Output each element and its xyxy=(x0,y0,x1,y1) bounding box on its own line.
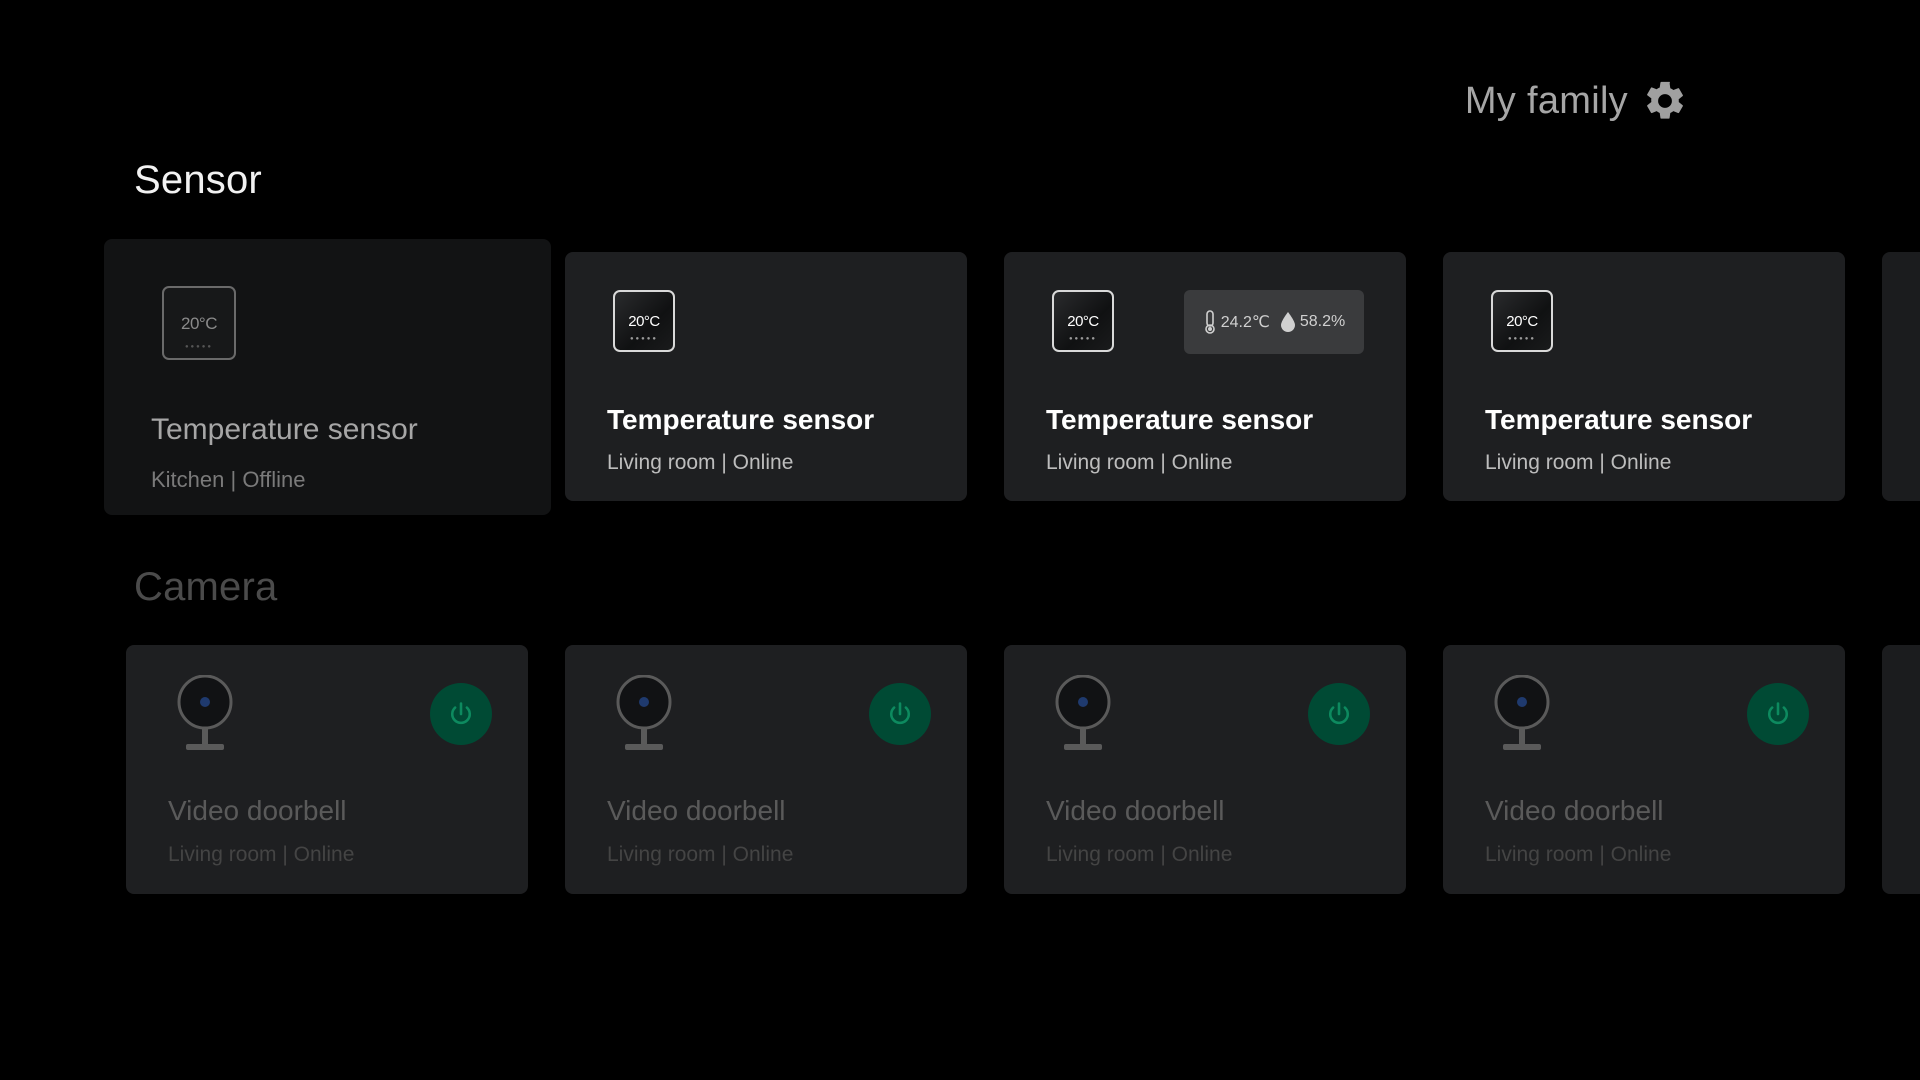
card-title: Video doorbell xyxy=(607,795,786,826)
humidity-drop-icon xyxy=(1280,312,1295,332)
thermostat-icon: 20°C ●●●●● xyxy=(1052,290,1114,352)
card-title: Video doorbell xyxy=(1485,795,1664,826)
card-title: Temperature sensor xyxy=(607,404,875,435)
card-subtitle: Living room | Online xyxy=(607,843,794,866)
camera-icon xyxy=(1055,675,1111,750)
page: My family Sensor 20°C ●●●●● Temperature … xyxy=(0,0,1920,1080)
sensor-card[interactable]: 20°C ●●●●● Temperature sensor Living roo… xyxy=(1443,252,1845,501)
temperature-reading: 24.2℃ xyxy=(1220,314,1270,331)
power-button[interactable] xyxy=(869,683,931,745)
card-subtitle: Living room | Online xyxy=(1046,843,1233,866)
icon-dots: ●●●●● xyxy=(1068,336,1098,342)
icon-temperature-label: 20°C xyxy=(1067,313,1099,330)
family-selector[interactable]: My family xyxy=(1465,78,1688,124)
power-button[interactable] xyxy=(1308,683,1370,745)
camera-row: Video doorbell Living room | Online Vide… xyxy=(0,640,1920,930)
icon-dots: ●●●●● xyxy=(184,344,214,350)
card-subtitle: Kitchen | Offline xyxy=(151,467,306,492)
icon-dots: ●●●●● xyxy=(629,336,659,342)
humidity-reading: 58.2% xyxy=(1299,313,1346,330)
card-title: Temperature sensor xyxy=(1046,404,1314,435)
power-icon xyxy=(889,702,911,725)
camera-card[interactable]: Video doorbell Living room | Online xyxy=(126,645,528,894)
reading-pill: 24.2℃ 58.2% xyxy=(1184,290,1364,354)
thermostat-icon: 20°C ●●●●● xyxy=(162,286,236,360)
family-title: My family xyxy=(1464,79,1628,122)
icon-temperature-label: 20°C xyxy=(1506,313,1538,330)
sensor-card[interactable]: 20°C ●●●●● Temperature sensor Kitchen | … xyxy=(104,239,551,515)
section-title-camera: Camera xyxy=(134,565,278,609)
card-subtitle: Living room | Online xyxy=(168,843,355,866)
sensor-card[interactable]: 20°C ●●●●● 24.2℃ 58.2% Temperature senso… xyxy=(1004,252,1406,501)
card-subtitle: Living room | Online xyxy=(1046,451,1233,474)
camera-icon xyxy=(616,675,672,750)
icon-temperature-label: 20°C xyxy=(181,314,217,333)
power-icon xyxy=(1328,702,1350,725)
power-button[interactable] xyxy=(1747,683,1809,745)
card-title: Video doorbell xyxy=(1046,795,1225,826)
camera-icon xyxy=(1494,675,1550,750)
card-subtitle: Living room | Online xyxy=(607,451,794,474)
next-card-peek[interactable] xyxy=(1882,645,1920,894)
next-card-peek[interactable] xyxy=(1882,252,1920,501)
power-icon xyxy=(450,702,472,725)
card-subtitle: Living room | Online xyxy=(1485,451,1672,474)
thermostat-icon: 20°C ●●●●● xyxy=(1491,290,1553,352)
gear-icon[interactable] xyxy=(1642,78,1688,124)
icon-temperature-label: 20°C xyxy=(628,313,660,330)
icon-dots: ●●●●● xyxy=(1507,336,1537,342)
power-button[interactable] xyxy=(430,683,492,745)
card-title: Video doorbell xyxy=(168,795,347,826)
camera-card[interactable]: Video doorbell Living room | Online xyxy=(565,645,967,894)
camera-card[interactable]: Video doorbell Living room | Online xyxy=(1443,645,1845,894)
card-title: Temperature sensor xyxy=(151,413,418,446)
section-title-sensor: Sensor xyxy=(134,158,262,202)
thermometer-icon xyxy=(1204,310,1215,334)
thermostat-icon: 20°C ●●●●● xyxy=(613,290,675,352)
card-title: Temperature sensor xyxy=(1485,404,1753,435)
card-subtitle: Living room | Online xyxy=(1485,843,1672,866)
sensor-row: 20°C ●●●●● Temperature sensor Kitchen | … xyxy=(0,230,1920,520)
power-icon xyxy=(1767,702,1789,725)
camera-card[interactable]: Video doorbell Living room | Online xyxy=(1004,645,1406,894)
sensor-card[interactable]: 20°C ●●●●● Temperature sensor Living roo… xyxy=(565,252,967,501)
camera-icon xyxy=(177,675,233,750)
